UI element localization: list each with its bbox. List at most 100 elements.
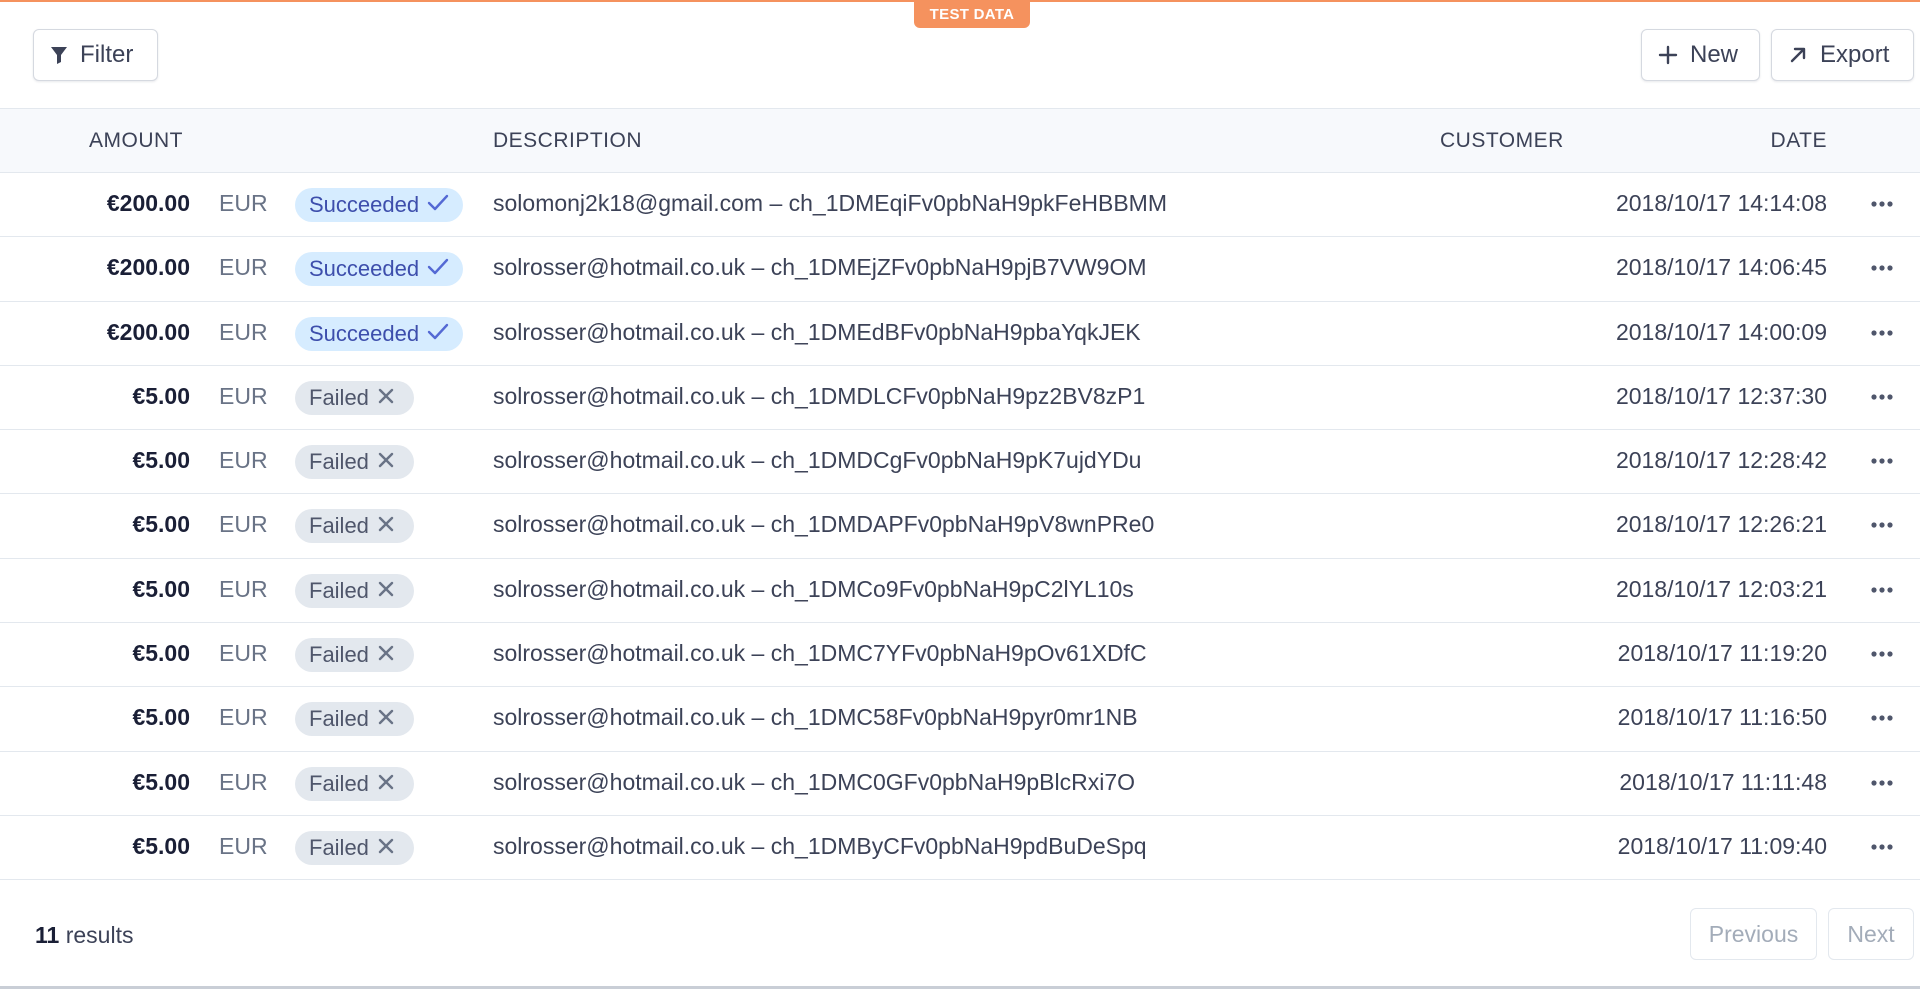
filter-icon [50,45,68,65]
plus-icon [1658,45,1678,65]
payments-panel: TEST DATA Filter New Export AMOUNT DESCR… [0,0,1920,989]
x-icon [377,642,395,668]
row-amount: €200.00 [106,254,190,281]
new-button[interactable]: New [1641,29,1760,81]
row-description[interactable]: solrosser@hotmail.co.uk – ch_1DMCo9Fv0pb… [493,576,1134,603]
status-badge: Succeeded [295,188,463,222]
result-count-label: results [65,922,134,948]
row-date: 2018/10/17 12:26:21 [1615,511,1827,538]
status-label: Failed [309,449,369,475]
more-horizontal-icon[interactable] [1867,639,1897,669]
row-date: 2018/10/17 14:14:08 [1615,190,1827,216]
status-label: Failed [309,834,369,860]
row-date: 2018/10/17 11:19:20 [1617,640,1827,667]
more-horizontal-icon[interactable] [1867,575,1897,605]
status-label: Failed [309,384,369,410]
row-description[interactable]: solrosser@hotmail.co.uk – ch_1DMDLCFv0pb… [493,383,1145,410]
status-label: Failed [309,770,369,796]
row-description[interactable]: solrosser@hotmail.co.uk – ch_1DMDCgFv0pb… [493,447,1141,474]
status-label: Succeeded [309,256,420,282]
table-row[interactable]: €5.00 EUR Failed solrosser@hotmail.co.uk… [0,623,1920,688]
status-label: Failed [309,642,369,668]
table-row[interactable]: €5.00 EUR Failed solrosser@hotmail.co.uk… [0,430,1920,495]
more-horizontal-icon[interactable] [1867,510,1897,540]
more-horizontal-icon[interactable] [1867,253,1897,283]
row-date: 2018/10/17 12:03:21 [1615,575,1827,602]
more-horizontal-icon[interactable] [1867,703,1897,733]
row-date: 2018/10/17 12:28:42 [1615,447,1827,474]
status-label: Failed [309,513,369,539]
next-page-button[interactable]: Next [1828,908,1914,960]
row-description[interactable]: solrosser@hotmail.co.uk – ch_1DMC58Fv0pb… [493,704,1138,731]
previous-page-button[interactable]: Previous [1690,908,1817,960]
column-header-description[interactable]: DESCRIPTION [493,129,642,153]
status-badge: Failed [295,573,414,608]
table-row[interactable]: €200.00 EUR Succeeded solrosser@hotmail.… [0,302,1920,366]
row-date: 2018/10/17 11:09:40 [1617,832,1827,859]
table-row[interactable]: €200.00 EUR Succeeded solomonj2k18@gmail… [0,173,1920,238]
table-header: AMOUNT DESCRIPTION CUSTOMER DATE [0,108,1920,173]
column-header-amount[interactable]: AMOUNT [89,129,183,153]
status-label: Succeeded [309,192,420,217]
row-currency: EUR [219,254,268,281]
table-row[interactable]: €5.00 EUR Failed solrosser@hotmail.co.uk… [0,494,1920,559]
table-row[interactable]: €5.00 EUR Failed solrosser@hotmail.co.uk… [0,366,1920,431]
status-badge: Succeeded [295,252,463,287]
table-row[interactable]: €5.00 EUR Failed solrosser@hotmail.co.uk… [0,559,1920,624]
table-row[interactable]: €200.00 EUR Succeeded solrosser@hotmail.… [0,237,1920,302]
filter-button[interactable]: Filter [33,29,158,81]
row-date: 2018/10/17 12:37:30 [1615,382,1827,409]
row-description[interactable]: solrosser@hotmail.co.uk – ch_1DMDAPFv0pb… [493,511,1154,538]
row-amount: €5.00 [132,511,190,538]
more-horizontal-icon[interactable] [1867,189,1897,219]
more-horizontal-icon[interactable] [1867,768,1897,798]
x-icon [377,578,395,604]
status-badge: Succeeded [295,316,463,351]
row-amount: €200.00 [106,190,190,216]
more-horizontal-icon[interactable] [1867,382,1897,412]
status-label: Failed [309,577,369,603]
row-date: 2018/10/17 14:00:09 [1615,318,1827,345]
result-count: 11 results [35,922,133,949]
export-label: Export [1820,41,1890,68]
filter-label: Filter [80,41,134,68]
x-icon [377,385,395,411]
column-header-date[interactable]: DATE [1771,129,1827,153]
payments-table-body: €200.00 EUR Succeeded solomonj2k18@gmail… [0,173,1920,881]
status-badge: Failed [295,830,414,865]
check-icon [427,192,449,218]
status-badge: Failed [295,509,414,544]
row-description[interactable]: solrosser@hotmail.co.uk – ch_1DMC7YFv0pb… [493,640,1147,667]
status-label: Succeeded [309,320,420,346]
row-description[interactable]: solrosser@hotmail.co.uk – ch_1DMEdBFv0pb… [493,319,1141,346]
new-label: New [1690,41,1739,68]
row-date: 2018/10/17 14:06:45 [1615,254,1827,281]
status-badge: Failed [295,702,414,737]
row-amount: €5.00 [132,382,190,409]
row-description[interactable]: solomonj2k18@gmail.com – ch_1DMEqiFv0pbN… [493,190,1167,217]
row-description[interactable]: solrosser@hotmail.co.uk – ch_1DMByCFv0pb… [493,833,1147,860]
table-row[interactable]: €5.00 EUR Failed solrosser@hotmail.co.uk… [0,816,1920,881]
x-icon [377,513,395,539]
row-currency: EUR [219,318,268,345]
status-badge: Failed [295,445,414,480]
result-count-number: 11 [35,922,60,948]
more-horizontal-icon[interactable] [1867,446,1897,476]
arrow-up-right-icon [1788,45,1808,65]
row-currency: EUR [219,704,268,731]
row-description[interactable]: solrosser@hotmail.co.uk – ch_1DMEjZFv0pb… [493,254,1147,281]
row-date: 2018/10/17 11:16:50 [1617,704,1827,731]
column-header-customer[interactable]: CUSTOMER [1440,129,1564,153]
row-description[interactable]: solrosser@hotmail.co.uk – ch_1DMC0GFv0pb… [493,769,1135,796]
row-currency: EUR [219,382,268,409]
x-icon [377,449,395,475]
export-button[interactable]: Export [1771,29,1914,81]
row-currency: EUR [219,832,268,859]
more-horizontal-icon[interactable] [1867,832,1897,862]
table-row[interactable]: €5.00 EUR Failed solrosser@hotmail.co.uk… [0,752,1920,816]
status-badge: Failed [295,766,414,801]
x-icon [377,835,395,861]
more-horizontal-icon[interactable] [1867,318,1897,348]
row-currency: EUR [219,511,268,538]
table-row[interactable]: €5.00 EUR Failed solrosser@hotmail.co.uk… [0,687,1920,752]
